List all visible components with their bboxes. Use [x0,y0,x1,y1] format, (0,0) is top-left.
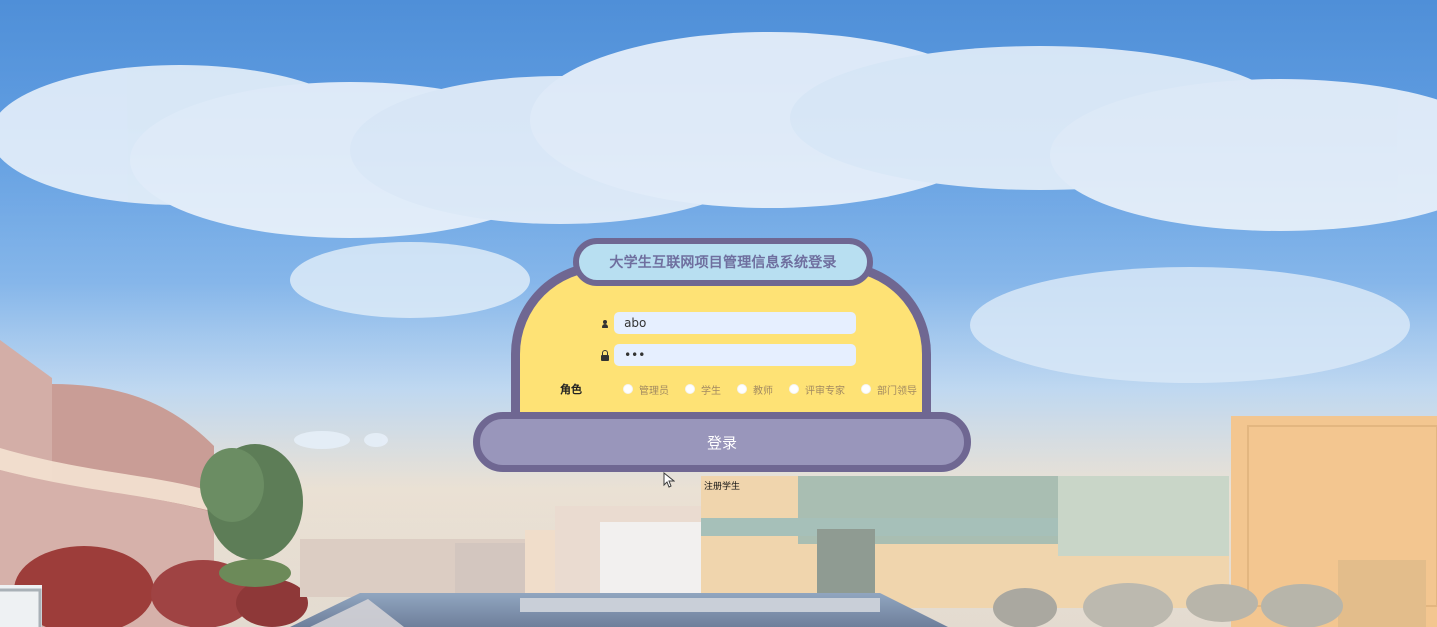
role-options: 管理员 学生 教师 评审专家 部门领导 [623,382,917,397]
right-building-cabinet [1338,560,1426,627]
login-button[interactable]: 登录 [473,412,971,472]
lock-icon [600,349,609,361]
role-option-department-leader[interactable]: 部门领导 [861,382,917,397]
right-wing [1058,476,1229,556]
role-teacher-label: 教师 [753,385,773,397]
password-input[interactable] [614,344,856,366]
role-student-label: 学生 [701,385,721,397]
cloud [294,431,350,449]
cloud [364,433,388,447]
shrub [1186,584,1258,622]
password-row [598,343,856,367]
radio-expert-icon[interactable] [789,384,799,394]
role-selector: 角色 管理员 学生 教师 评审专家 部门领导 [560,379,920,399]
role-admin-label: 管理员 [639,385,669,397]
login-panel: 角色 管理员 学生 教师 评 [473,238,971,474]
username-row [598,311,856,335]
login-page: 角色 管理员 学生 教师 评 [0,0,1437,627]
radio-student-icon[interactable] [685,384,695,394]
radio-admin-icon[interactable] [623,384,633,394]
username-icon-wrap [598,319,611,328]
role-department-leader-label: 部门领导 [877,385,917,397]
user-icon [601,319,608,328]
radio-department-leader-icon[interactable] [861,384,871,394]
shrub [1261,584,1343,627]
far-wall-shadow [455,543,525,597]
role-option-admin[interactable]: 管理员 [623,382,669,397]
curb [520,598,880,612]
role-label: 角色 [560,383,582,396]
login-title-pill: 大学生互联网项目管理信息系统登录 [573,238,873,286]
role-option-expert[interactable]: 评审专家 [789,382,845,397]
role-option-teacher[interactable]: 教师 [737,382,773,397]
password-icon-wrap [598,349,611,361]
login-card: 角色 管理员 学生 教师 评 [511,262,931,422]
shrub [993,588,1057,627]
radio-teacher-icon[interactable] [737,384,747,394]
role-option-student[interactable]: 学生 [685,382,721,397]
username-input[interactable] [614,312,856,334]
bush [219,559,291,587]
cloud [970,267,1410,383]
page-title: 大学生互联网项目管理信息系统登录 [609,255,837,271]
center-building-door [600,522,702,598]
register-student-link[interactable]: 注册学生 [704,479,740,492]
role-expert-label: 评审专家 [805,385,845,397]
tree [200,448,264,522]
